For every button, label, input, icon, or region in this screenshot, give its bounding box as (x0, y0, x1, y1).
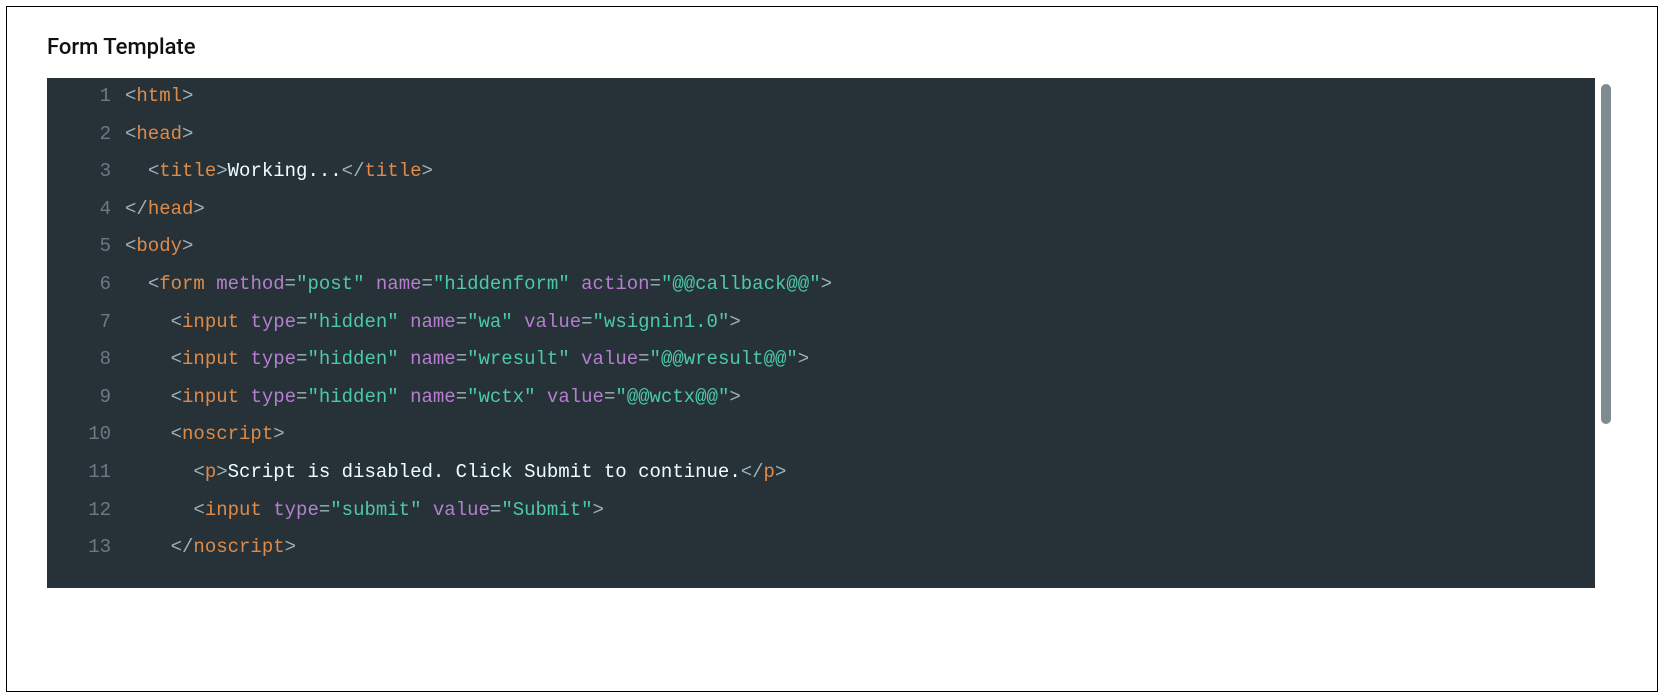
line-number: 8 (47, 341, 111, 379)
code-line[interactable]: <form method="post" name="hiddenform" ac… (125, 266, 1617, 304)
code-line[interactable]: <body> (125, 228, 1617, 266)
code-line[interactable]: <p>Script is disabled. Click Submit to c… (125, 454, 1617, 492)
scrollbar-track (1595, 78, 1617, 588)
line-number: 12 (47, 492, 111, 530)
code-editor[interactable]: 12345678910111213 <html><head> <title>Wo… (47, 78, 1617, 588)
code-line[interactable]: <input type="hidden" name="wctx" value="… (125, 379, 1617, 417)
line-number: 9 (47, 379, 111, 417)
code-line[interactable]: <html> (125, 78, 1617, 116)
code-line[interactable]: </head> (125, 191, 1617, 229)
line-number: 10 (47, 416, 111, 454)
scrollbar-thumb[interactable] (1601, 84, 1611, 424)
code-line[interactable]: <input type="submit" value="Submit"> (125, 492, 1617, 530)
code-content[interactable]: <html><head> <title>Working...</title></… (125, 78, 1617, 588)
code-line[interactable]: <title>Working...</title> (125, 153, 1617, 191)
code-line[interactable]: <input type="hidden" name="wa" value="ws… (125, 304, 1617, 342)
line-number: 3 (47, 153, 111, 191)
line-number-gutter: 12345678910111213 (47, 78, 125, 588)
line-number: 2 (47, 116, 111, 154)
line-number: 11 (47, 454, 111, 492)
section-title: Form Template (47, 35, 1617, 60)
code-line[interactable]: <noscript> (125, 416, 1617, 454)
line-number: 5 (47, 228, 111, 266)
line-number: 6 (47, 266, 111, 304)
form-template-panel: Form Template 12345678910111213 <html><h… (6, 6, 1658, 692)
line-number: 13 (47, 529, 111, 567)
line-number: 7 (47, 304, 111, 342)
line-number: 1 (47, 78, 111, 116)
code-line[interactable]: <input type="hidden" name="wresult" valu… (125, 341, 1617, 379)
code-line[interactable]: <head> (125, 116, 1617, 154)
code-line[interactable]: </noscript> (125, 529, 1617, 567)
line-number: 4 (47, 191, 111, 229)
